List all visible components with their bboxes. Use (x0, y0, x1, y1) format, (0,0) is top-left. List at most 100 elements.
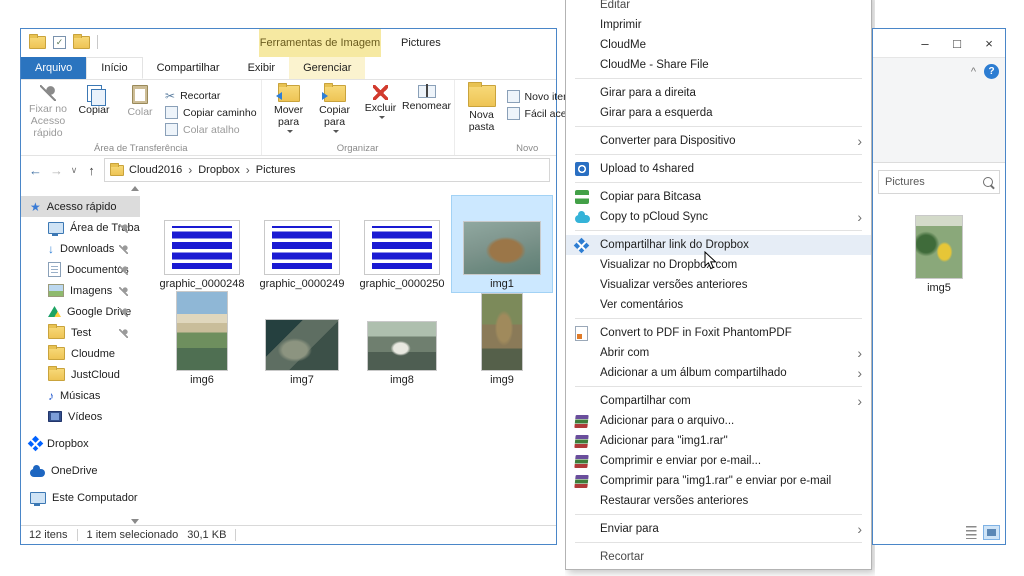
copy-button[interactable]: Copiar (71, 83, 117, 116)
rename-button[interactable]: Renomear (404, 83, 450, 112)
sidebar-item-test[interactable]: Test (21, 322, 140, 343)
menu-item-adicionar-album[interactable]: Adicionar a um álbum compartilhado› (566, 363, 871, 383)
menu-item-imprimir[interactable]: Imprimir (566, 15, 871, 35)
sidebar-item-google-drive[interactable]: Google Drive (21, 301, 140, 322)
folder-icon[interactable] (29, 36, 46, 49)
menu-item-comprimir-email[interactable]: Comprimir e enviar por e-mail... (566, 451, 871, 471)
breadcrumb-segment[interactable]: Dropbox (198, 164, 240, 176)
menu-item-copiar-bitcasa[interactable]: Copiar para Bitcasa (566, 187, 871, 207)
menu-item-convert-foxit[interactable]: Convert to PDF in Foxit PhantomPDF (566, 323, 871, 343)
sidebar-item-justcloud[interactable]: JustCloud (21, 364, 140, 385)
file-graphic_0000250[interactable]: graphic_0000250 (352, 196, 452, 292)
breadcrumb-segment[interactable]: Pictures (256, 164, 296, 176)
thumbnail-wrap (164, 197, 240, 275)
file-img8[interactable]: img8 (352, 292, 452, 388)
up-button[interactable]: ↑ (83, 163, 100, 178)
menu-item-enviar-para[interactable]: Enviar para› (566, 519, 871, 539)
cut-button[interactable]: ✂ Recortar (165, 90, 257, 102)
file-img7[interactable]: img7 (252, 292, 352, 388)
menu-item-editar[interactable]: Editar (566, 0, 871, 15)
menu-item-converter-dispositivo[interactable]: Converter para Dispositivo› (566, 131, 871, 151)
scroll-down-icon[interactable] (131, 519, 139, 524)
menu-item-visualizar-dropbox[interactable]: Visualizar no Dropbox.com (566, 255, 871, 275)
cut-label: Recortar (180, 90, 220, 102)
sidebar-item-quick-access[interactable]: ★Acesso rápido (21, 196, 140, 217)
search-value: Pictures (885, 176, 925, 188)
menu-item-adicionar-img1-rar[interactable]: Adicionar para "img1.rar" (566, 431, 871, 451)
collapse-ribbon-icon[interactable]: ^ (971, 66, 976, 78)
tab-gerenciar[interactable]: Gerenciar (289, 57, 365, 79)
history-dropdown-icon[interactable]: ∨ (69, 165, 79, 176)
breadcrumb[interactable]: Cloud2016›Dropbox›Pictures (104, 158, 550, 182)
delete-button[interactable]: Excluir (358, 83, 404, 119)
rename-icon (418, 85, 436, 98)
menu-item-girar-direita[interactable]: Girar para a direita (566, 83, 871, 103)
menu-item-compartilhar-com[interactable]: Compartilhar com› (566, 391, 871, 411)
sidebar-item-dropbox[interactable]: Dropbox (21, 433, 140, 454)
window-close-button[interactable]: × (973, 36, 1005, 51)
new-folder-icon[interactable] (73, 36, 90, 49)
google-drive-icon (48, 306, 61, 317)
menu-item-compartilhar-link-dropbox[interactable]: Compartilhar link do Dropbox (566, 235, 871, 255)
details-view-icon[interactable] (963, 525, 980, 540)
file-name: img8 (390, 374, 414, 386)
menu-item-cloudme[interactable]: CloudMe (566, 35, 871, 55)
properties-icon[interactable]: ✓ (53, 36, 66, 49)
paste-shortcut-button[interactable]: Colar atalho (165, 123, 257, 136)
tab-inicio[interactable]: Início (86, 57, 142, 79)
file-img1[interactable]: img1 (452, 196, 552, 292)
copy-path-button[interactable]: Copiar caminho (165, 106, 257, 119)
help-icon[interactable]: ? (984, 64, 999, 79)
title-bar: ✓ Ferramentas de Imagem Pictures (21, 29, 556, 57)
file-img5[interactable]: img5 (915, 215, 963, 294)
file-graphic_0000248[interactable]: graphic_0000248 (152, 196, 252, 292)
dropbox-icon (574, 237, 590, 253)
tab-compartilhar[interactable]: Compartilhar (143, 57, 234, 79)
move-to-label: Mover para (266, 104, 312, 128)
move-to-button[interactable]: Mover para (266, 83, 312, 133)
paste-label: Colar (127, 106, 152, 118)
file-graphic_0000249[interactable]: graphic_0000249 (252, 196, 352, 292)
sidebar-item-images[interactable]: Imagens (21, 280, 140, 301)
file-img9[interactable]: img9 (452, 292, 552, 388)
tab-arquivo[interactable]: Arquivo (21, 57, 86, 79)
address-bar: ← → ∨ ↑ Cloud2016›Dropbox›Pictures (21, 156, 556, 184)
menu-item-restaurar-versoes[interactable]: Restaurar versões anteriores (566, 491, 871, 511)
pin-quick-access-button[interactable]: Fixar no Acesso rápido (25, 83, 71, 139)
paste-button[interactable]: Colar (117, 83, 163, 118)
menu-item-visualizar-versoes[interactable]: Visualizar versões anteriores (566, 275, 871, 295)
copy-to-button[interactable]: Copiar para (312, 83, 358, 133)
new-folder-button[interactable]: Nova pasta (459, 83, 505, 133)
sidebar-item-music[interactable]: ♪Músicas (21, 385, 140, 406)
menu-item-comprimir-img1-email[interactable]: Comprimir para "img1.rar" e enviar por e… (566, 471, 871, 491)
sidebar-item-this-pc[interactable]: Este Computador (21, 487, 140, 508)
menu-item-copy-pcloud-sync[interactable]: Copy to pCloud Sync› (566, 207, 871, 227)
sidebar-item-onedrive[interactable]: OneDrive (21, 460, 140, 481)
sidebar-item-desktop[interactable]: Área de Traba (21, 217, 140, 238)
menu-item-abrir-com[interactable]: Abrir com› (566, 343, 871, 363)
menu-item-recortar[interactable]: Recortar (566, 547, 871, 567)
window-maximize-button[interactable]: □ (941, 36, 973, 51)
thumbnail-chart (364, 220, 440, 275)
sidebar-item-documents[interactable]: Documentos (21, 259, 140, 280)
submenu-arrow-icon: › (857, 366, 862, 380)
tab-exibir[interactable]: Exibir (234, 57, 290, 79)
sidebar-item-cloudme[interactable]: Cloudme (21, 343, 140, 364)
search-box[interactable]: Pictures (878, 170, 1000, 194)
menu-item-upload-4shared[interactable]: Upload to 4shared (566, 159, 871, 179)
menu-item-adicionar-arquivo[interactable]: Adicionar para o arquivo... (566, 411, 871, 431)
sidebar-item-downloads[interactable]: ↓Downloads (21, 238, 140, 259)
menu-item-cloudme-share-file[interactable]: CloudMe - Share File (566, 55, 871, 75)
breadcrumb-path: Cloud2016›Dropbox›Pictures (129, 163, 296, 177)
back-button[interactable]: ← (27, 163, 44, 178)
sidebar-item-label: Cloudme (71, 348, 115, 360)
menu-item-girar-esquerda[interactable]: Girar para a esquerda (566, 103, 871, 123)
sidebar-item-videos[interactable]: Vídeos (21, 406, 140, 427)
thumbnails-view-icon[interactable] (983, 525, 1000, 540)
file-img6[interactable]: img6 (152, 292, 252, 388)
breadcrumb-segment[interactable]: Cloud2016 (129, 164, 182, 176)
window-minimize-button[interactable]: – (909, 36, 941, 51)
forward-button[interactable]: → (48, 163, 65, 178)
scroll-up-icon[interactable] (131, 186, 139, 191)
menu-item-ver-comentarios[interactable]: Ver comentários (566, 295, 871, 315)
